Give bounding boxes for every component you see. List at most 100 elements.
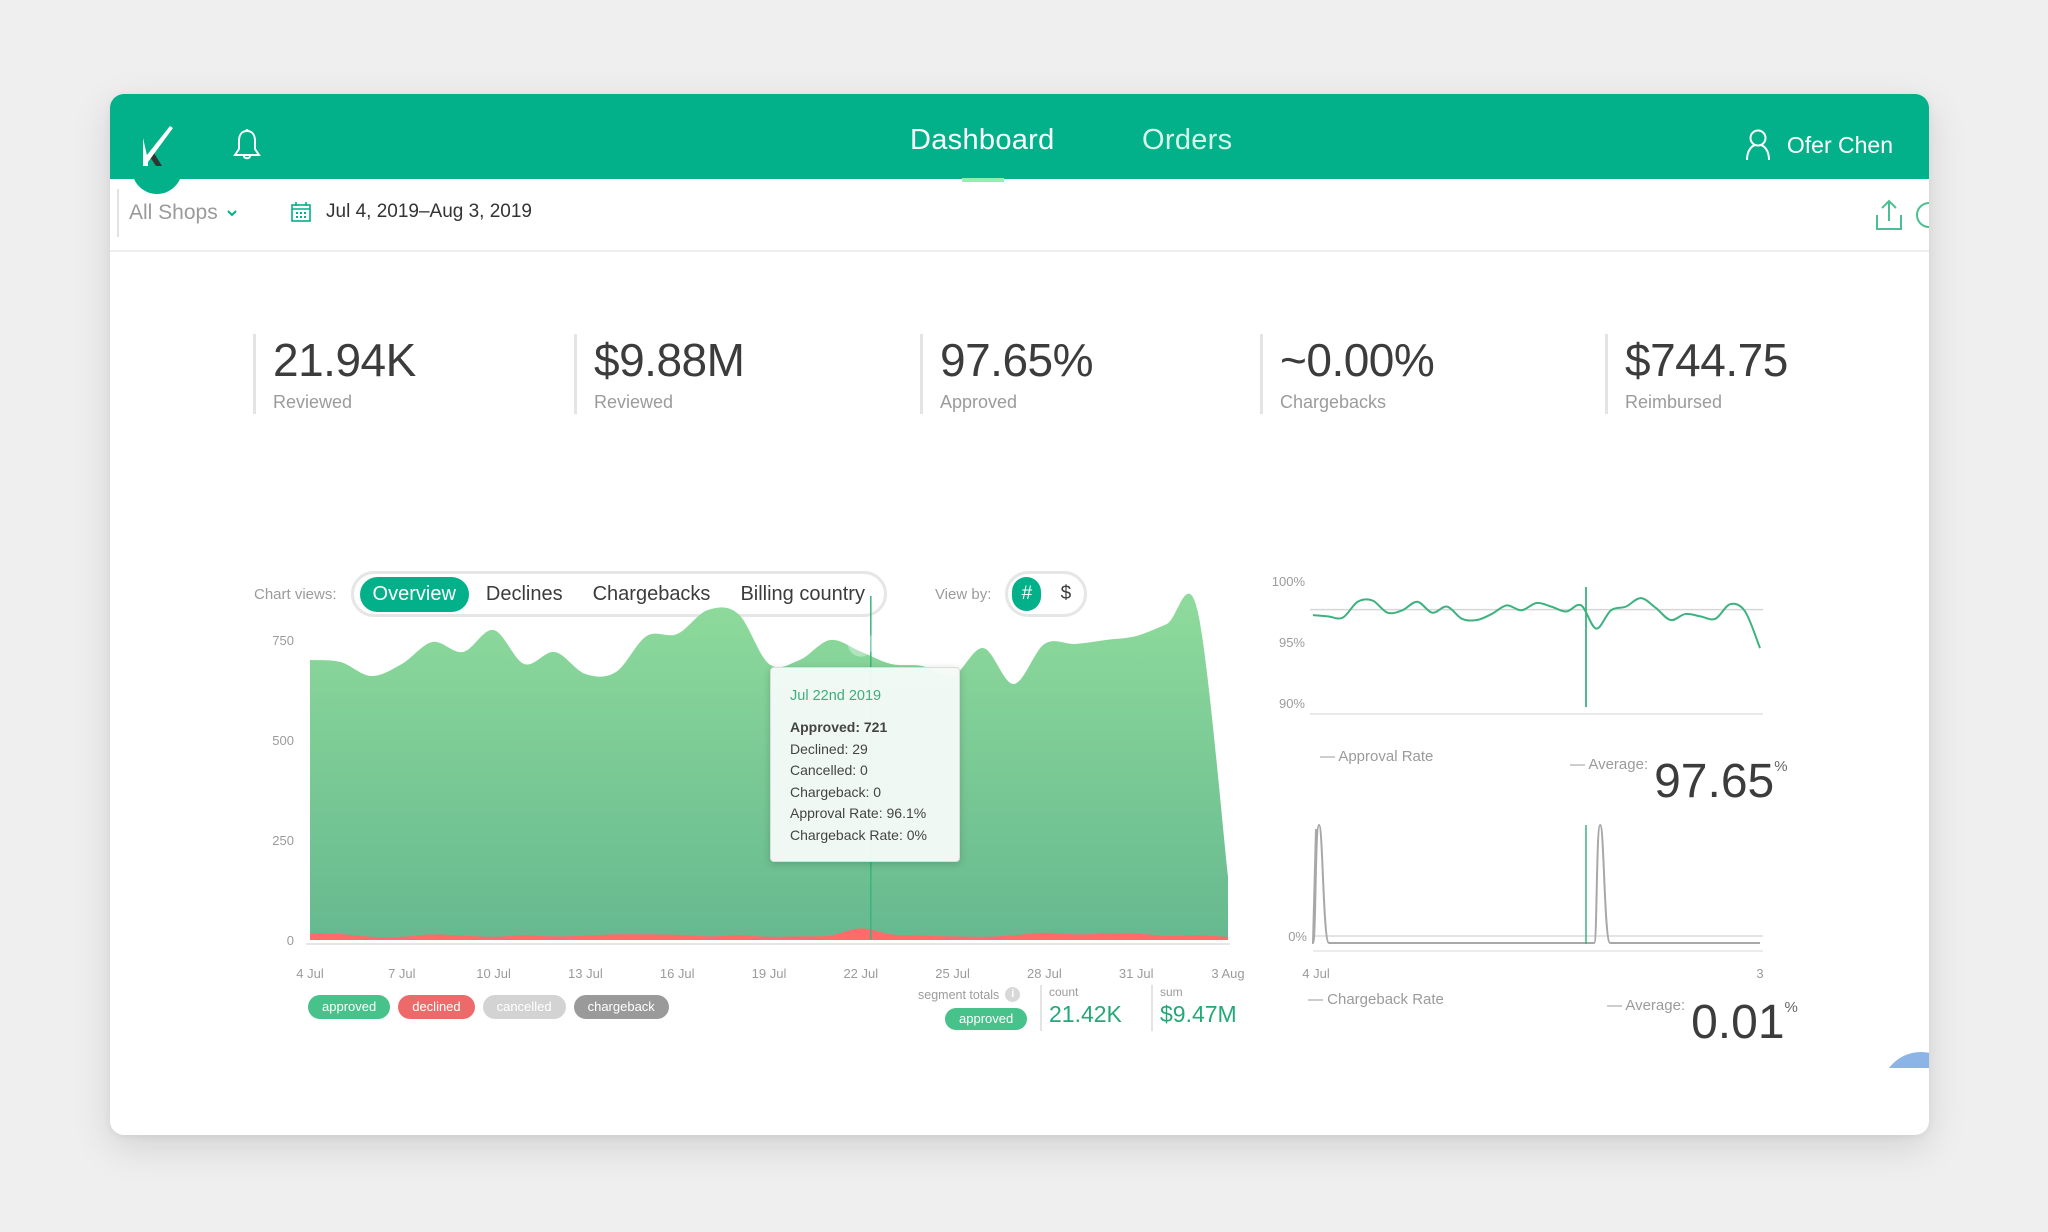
count-label: count <box>1049 985 1079 999</box>
shop-filter-dropdown[interactable]: All Shops <box>117 189 238 237</box>
x-tick-label: 4 Jul <box>296 966 324 981</box>
average-value: 97.65 <box>1654 755 1775 808</box>
nav-tab-orders[interactable]: Orders <box>1142 124 1232 157</box>
count-value: 21.42K <box>1049 1001 1122 1027</box>
chargeback-rate-legend: — Chargeback Rate <box>1308 991 1444 1008</box>
user-name: Ofer Chen <box>1786 131 1893 158</box>
x-tick-label: 16 Jul <box>660 966 695 981</box>
approval-rate-average: — Average: 97.65 % <box>1570 750 1788 806</box>
shop-filter-label: All Shops <box>129 201 218 224</box>
export-share-icon[interactable] <box>1871 197 1907 233</box>
tooltip-approved: Approved: 721 <box>790 719 888 735</box>
filter-toolbar: All Shops Jul 4, 2019–Aug 3, 2019 <box>110 179 1929 252</box>
segment-totals: segment totals i <box>918 987 1021 1002</box>
segment-chip-approved[interactable]: approved <box>945 1008 1028 1030</box>
chat-widget-edge[interactable] <box>1881 1052 1929 1068</box>
date-range-label: Jul 4, 2019–Aug 3, 2019 <box>326 201 533 222</box>
kpi-value: ~0.00% <box>1280 334 1435 386</box>
kpi-value: $744.75 <box>1625 334 1788 386</box>
x-tick-label: 3 <box>1756 966 1763 981</box>
x-tick-label: 7 Jul <box>388 966 416 981</box>
chevron-down-icon <box>227 210 237 217</box>
segment-totals-label: segment totals <box>918 987 1000 1002</box>
kpi-value: 21.94K <box>273 334 416 386</box>
legend-chip-chargeback[interactable]: chargeback <box>573 995 669 1019</box>
kpi-value: 97.65% <box>940 334 1094 386</box>
average-value: 0.01 <box>1691 996 1785 1049</box>
kpi-label: Reviewed <box>273 392 353 412</box>
tooltip-approval-rate: Approval Rate: 96.1% <box>790 805 927 821</box>
y-tick-label: 100% <box>1272 574 1306 589</box>
overview-area-chart: 0 250 500 750 4 Jul 7 Jul 10 Jul 13 Jul 16 Jul 19… <box>272 593 1245 981</box>
notifications-bell-icon[interactable] <box>232 128 262 162</box>
kpi-label: Reviewed <box>594 392 674 412</box>
user-avatar-icon <box>1745 129 1770 161</box>
chart-view-chargebacks[interactable]: Chargebacks <box>580 577 724 612</box>
legend-chip-approved[interactable]: approved <box>308 995 391 1019</box>
kpi-chargebacks: ~0.00% Chargebacks <box>1260 334 1435 414</box>
x-tick-label: 10 Jul <box>476 966 511 981</box>
x-tick-label: 25 Jul <box>935 966 970 981</box>
chart-view-billing-country[interactable]: Billing country <box>727 577 878 612</box>
app-window: Dashboard Orders Ofer Chen All Shops Jul… <box>110 94 1929 1135</box>
approval-rate-legend: — Approval Rate <box>1320 748 1434 765</box>
kpi-reviewed-amount: $9.88M Reviewed <box>574 334 745 414</box>
logo-icon[interactable] <box>140 124 180 169</box>
kpi-reviewed-count: 21.94K Reviewed <box>253 334 416 414</box>
tooltip-cancelled: Cancelled: 0 <box>790 762 868 778</box>
legend-chip-declined[interactable]: declined <box>398 995 475 1019</box>
chart-view-declines[interactable]: Declines <box>473 577 576 612</box>
y-tick-label: 90% <box>1279 696 1305 711</box>
chart-view-overview[interactable]: Overview <box>359 576 469 612</box>
y-tick-label: 0 <box>287 933 294 948</box>
user-menu[interactable]: Ofer Chen <box>1743 128 1893 162</box>
x-tick-label: 13 Jul <box>568 966 603 981</box>
approval-rate-chart: 90% 95% 100% <box>1272 574 1763 715</box>
chart-views-segmented-control: Overview Declines Chargebacks Billing co… <box>350 571 887 617</box>
sum-label: sum <box>1160 985 1183 999</box>
view-by-count-button[interactable]: # <box>1012 577 1042 611</box>
chart-controls: Chart views: Overview Declines Chargebac… <box>254 570 1088 618</box>
segment-sum: sum $9.47M <box>1151 985 1237 1031</box>
kpi-summary-row: 21.94K Reviewed $9.88M Reviewed 97.65% A… <box>110 334 1929 424</box>
help-icon[interactable] <box>1915 199 1929 231</box>
segment-count: count 21.42K <box>1040 985 1122 1031</box>
kpi-approved: 97.65% Approved <box>920 334 1094 414</box>
tooltip-date: Jul 22nd 2019 <box>790 688 882 704</box>
x-tick-label: 19 Jul <box>752 966 787 981</box>
chart-tooltip: Jul 22nd 2019 Approved: 721 Declined: 29… <box>770 667 960 862</box>
x-tick-label: 22 Jul <box>843 966 878 981</box>
y-tick-label: 500 <box>272 733 294 748</box>
chargeback-rate-chart: 0% 4 Jul 3 <box>1288 823 1764 981</box>
calendar-icon <box>291 202 311 222</box>
average-unit: % <box>1784 999 1798 1016</box>
average-label: — Average: <box>1607 997 1686 1014</box>
tooltip-chargeback: Chargeback: 0 <box>790 783 882 800</box>
chart-views-label: Chart views: <box>254 585 337 603</box>
view-by-toggle: # $ <box>1005 571 1088 617</box>
x-tick-label: 28 Jul <box>1027 966 1062 981</box>
legend-chip-cancelled[interactable]: cancelled <box>482 995 566 1019</box>
sum-value: $9.47M <box>1160 1001 1237 1027</box>
x-tick-label: 4 Jul <box>1302 966 1330 981</box>
top-nav-bar: Dashboard Orders Ofer Chen <box>110 94 1929 194</box>
date-range-picker[interactable]: Jul 4, 2019–Aug 3, 2019 <box>290 201 532 223</box>
kpi-label: Chargebacks <box>1280 392 1387 412</box>
chargeback-rate-line <box>1311 823 1760 945</box>
approval-rate-line <box>1312 597 1761 649</box>
info-icon[interactable]: i <box>1005 987 1021 1002</box>
kpi-value: $9.88M <box>594 334 745 386</box>
average-unit: % <box>1774 758 1788 775</box>
kpi-reimbursed: $744.75 Reimbursed <box>1605 334 1788 414</box>
tooltip-chargeback-rate: Chargeback Rate: 0% <box>790 826 927 843</box>
view-by-amount-button[interactable]: $ <box>1051 577 1080 611</box>
tooltip-declined: Declined: 29 <box>790 740 868 757</box>
y-tick-label: 95% <box>1279 635 1305 650</box>
chargeback-rate-average: — Average: 0.01 % <box>1607 991 1798 1047</box>
y-tick-label: 0% <box>1288 929 1307 944</box>
average-label: — Average: <box>1570 756 1649 773</box>
kpi-label: Reimbursed <box>1625 392 1723 412</box>
kpi-label: Approved <box>940 392 1018 412</box>
view-by-control: View by: # $ <box>935 571 1088 617</box>
nav-tab-dashboard[interactable]: Dashboard <box>910 124 1055 157</box>
